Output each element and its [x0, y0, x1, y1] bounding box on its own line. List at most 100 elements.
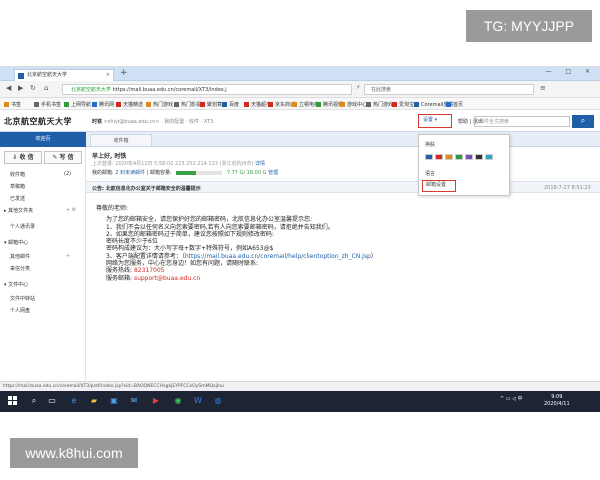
- skin-swatch[interactable]: [455, 154, 463, 160]
- bookmark-icon: [64, 102, 69, 107]
- tab-inbox[interactable]: 收件箱: [90, 134, 152, 147]
- sidebar-item-other-folders[interactable]: ▸ 其他文件夹: [4, 207, 33, 214]
- system-tray[interactable]: ^ ▭ ◁ 中: [500, 395, 523, 402]
- bookmark-item[interactable]: 腾讯网: [92, 101, 114, 108]
- bookmark-label: 首页: [453, 102, 464, 108]
- body-line-1: 为了您的邮箱安全，请您保护好您的邮箱密码，北航信息化办公室温馨提示您:: [106, 216, 313, 224]
- skin-swatch[interactable]: [425, 154, 433, 160]
- bookmark-item[interactable]: 立顿电商: [292, 101, 319, 108]
- skin-swatch[interactable]: [475, 154, 483, 160]
- bookmark-icon: [4, 102, 9, 107]
- manage-link[interactable]: 管理: [268, 170, 278, 176]
- bookmark-item[interactable]: 百度: [222, 101, 239, 108]
- bookmark-item[interactable]: 上网导航: [64, 101, 91, 108]
- sidebar-item-inbox[interactable]: 收件箱: [10, 171, 25, 178]
- bookmark-icon: [414, 102, 419, 107]
- settings-button[interactable]: 设置 ▾: [418, 114, 452, 128]
- bookmark-item[interactable]: 天猫精选: [116, 101, 143, 108]
- skin-swatches: [425, 154, 505, 162]
- url-text: https://mail.buaa.edu.cn/coremail/XT3/in…: [112, 87, 227, 93]
- bookmark-item[interactable]: 天猫超市: [244, 101, 271, 108]
- body-line-5: 密码构成建议为：大小写字母+数字+特殊符号，例如A653@$: [106, 245, 274, 253]
- capacity-value: 7.77 G/ 18.00 G: [226, 170, 267, 176]
- mail-settings-menu-item[interactable]: 邮箱设置: [422, 180, 456, 192]
- receive-button[interactable]: ⇩ 收 信: [4, 151, 42, 164]
- hotline-number: 82317005: [133, 267, 165, 275]
- forward-icon[interactable]: ▶: [18, 84, 23, 92]
- user-links[interactable]: · 我的配置 · 收件 · XT3: [161, 119, 213, 125]
- bookmark-label: 聚划算: [207, 102, 223, 108]
- client-help-link[interactable]: https://mail.buaa.edu.cn/coremail/help/c…: [185, 253, 371, 260]
- bookmark-item[interactable]: 聚划算: [200, 101, 222, 108]
- browser-taskbar-icon[interactable]: ◍: [212, 395, 224, 407]
- bookmark-item[interactable]: 腾讯视频: [316, 101, 343, 108]
- bookmark-item[interactable]: 爱淘宝: [392, 101, 414, 108]
- back-icon[interactable]: ◀: [6, 84, 11, 92]
- word-icon[interactable]: W: [192, 395, 204, 407]
- home-icon[interactable]: ⌂: [44, 84, 48, 92]
- mail-search-input[interactable]: 邮件全文搜索: [474, 116, 570, 127]
- bookmark-item[interactable]: 手机书签: [34, 101, 61, 108]
- sidebar-item-file-center[interactable]: ▾ 文件中心: [4, 281, 28, 288]
- sidebar-item-contacts[interactable]: 个人通讯录: [10, 223, 35, 230]
- skin-swatch[interactable]: [465, 154, 473, 160]
- bookmark-label: 书签: [11, 102, 22, 108]
- browser-search-input[interactable]: 在此搜索: [364, 84, 534, 95]
- inbox-count: (2): [64, 171, 72, 177]
- bookmark-item[interactable]: 热门游戏: [366, 101, 393, 108]
- file-explorer-icon[interactable]: ▰: [88, 395, 100, 407]
- bookmark-item[interactable]: 游戏中心: [340, 101, 367, 108]
- add-folder-icon[interactable]: + ⚙: [66, 207, 76, 213]
- new-tab-button[interactable]: +: [120, 68, 128, 78]
- bookmark-item[interactable]: 热门影视: [174, 101, 201, 108]
- refresh-icon[interactable]: ↻: [30, 84, 36, 92]
- body-line-6-suffix: ）: [370, 252, 377, 260]
- mail-app-icon[interactable]: ✉: [128, 395, 140, 407]
- sidebar-item-sent[interactable]: 已发送: [10, 195, 25, 202]
- compose-button[interactable]: ✎ 写 信: [44, 151, 82, 164]
- sidebar-item-netdisk[interactable]: 个人网盘: [10, 307, 30, 314]
- notice-bar[interactable]: 公告: 北航信息化办公室关于邮箱安全的温馨提示 2018-7-17 8:51:2…: [86, 181, 600, 193]
- tab-welcome[interactable]: 欢迎页: [0, 132, 86, 147]
- mailbox-status: 我的邮箱: 2 封未读邮件 | 邮箱容量: 7.77 G/ 18.00 G 管理: [92, 169, 278, 176]
- bookmark-label: 热门游戏: [153, 102, 174, 108]
- address-bar: ◀ ▶ ↻ ⌂ 北京航空航天大学 https://mail.buaa.edu.c…: [0, 81, 600, 98]
- sidebar-item-mail-center[interactable]: ▾ 邮箱中心: [4, 239, 28, 246]
- sidebar-item-classify[interactable]: 来信分类: [10, 265, 30, 272]
- language-menu-item[interactable]: 语言: [425, 170, 435, 177]
- search-icon[interactable]: ⌕: [28, 395, 40, 407]
- greeting: 早上好, 时铁: [92, 153, 127, 160]
- wechat-icon[interactable]: ◉: [172, 395, 184, 407]
- sidebar-buttons: ⇩ 收 信 ✎ 写 信: [0, 149, 86, 165]
- browser-status-bar: https://mail.buaa.edu.cn/coremail/XT3/pr…: [0, 381, 600, 391]
- other-mail-add-icon[interactable]: +: [66, 253, 70, 259]
- bookmark-item[interactable]: 京东商城: [268, 101, 295, 108]
- browser-tab[interactable]: 北京航空航天大学 ×: [14, 69, 114, 81]
- bookmark-item[interactable]: 首页: [446, 101, 463, 108]
- skin-swatch[interactable]: [435, 154, 443, 160]
- bookmark-label: 上网导航: [71, 102, 92, 108]
- close-tab-icon[interactable]: ×: [106, 70, 110, 81]
- window-controls[interactable]: — □ ×: [545, 68, 596, 75]
- last-login-details-link[interactable]: 详情: [255, 161, 265, 167]
- screenshot: 北京航空航天大学 × + — □ × ◀ ▶ ↻ ⌂ 北京航空航天大学 http…: [0, 66, 600, 412]
- task-view-icon[interactable]: ▭: [46, 395, 58, 407]
- store-icon[interactable]: ▣: [108, 395, 120, 407]
- service-mailbox-address[interactable]: support@buaa.edu.cn: [134, 275, 200, 282]
- lightning-icon[interactable]: ⚡: [356, 84, 360, 91]
- sidebar-item-file-transfer[interactable]: 文件中转站: [10, 295, 35, 302]
- skin-swatch[interactable]: [445, 154, 453, 160]
- skin-swatch[interactable]: [485, 154, 493, 160]
- windows-start-button[interactable]: [8, 396, 18, 406]
- taskbar-clock[interactable]: 9:09 2020/4/11: [544, 394, 570, 408]
- sidebar-item-other-mail[interactable]: 其他邮件: [10, 253, 30, 260]
- bookmark-item[interactable]: 热门游戏: [146, 101, 173, 108]
- mail-search-button[interactable]: ⌕: [572, 115, 594, 128]
- bookmark-item[interactable]: 书签: [4, 101, 21, 108]
- menu-icon[interactable]: ≡: [540, 84, 546, 92]
- video-app-icon[interactable]: ▶: [150, 395, 162, 407]
- sidebar-item-drafts[interactable]: 草稿箱: [10, 183, 25, 190]
- unread-link[interactable]: 2 封未读邮件: [115, 170, 145, 176]
- url-input[interactable]: 北京航空航天大学 https://mail.buaa.edu.cn/corema…: [62, 84, 352, 95]
- edge-browser-icon[interactable]: e: [68, 395, 80, 407]
